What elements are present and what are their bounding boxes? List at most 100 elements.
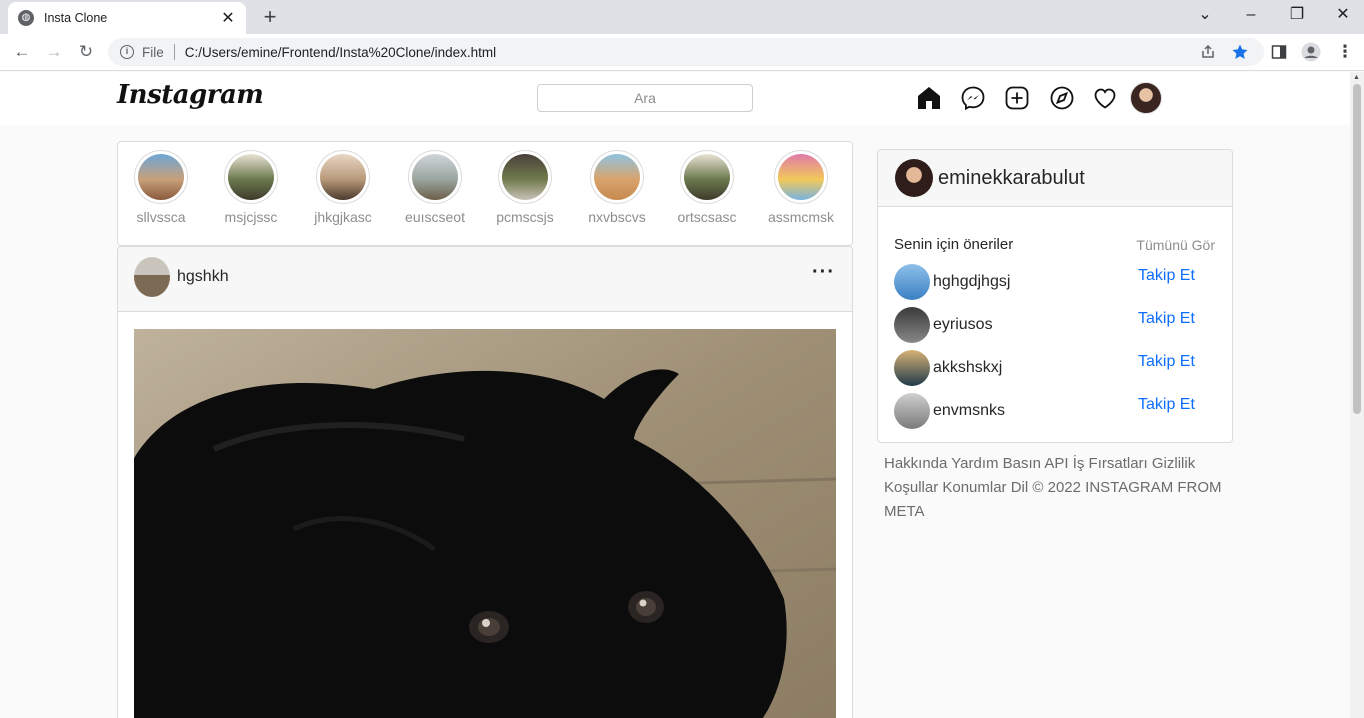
feed-post: hgshkh ··· [117,246,853,718]
restore-icon[interactable]: ❐ [1285,4,1309,26]
tab-title: Insta Clone [44,11,108,25]
close-tab-icon[interactable]: ✕ [220,8,236,28]
current-user-header: eminekkarabulut [878,150,1232,207]
story-username: assmcmsk [767,209,835,225]
reload-icon[interactable]: ↻ [74,41,98,63]
suggestion-row: eyriusos Takip Et [894,307,1214,343]
follow-button[interactable]: Takip Et [1138,396,1195,414]
story-username: ortscsasc [677,209,737,225]
profile-avatar[interactable] [1130,82,1162,114]
heart-icon[interactable] [1092,85,1118,111]
story-avatar[interactable] [774,150,828,204]
post-author-avatar[interactable] [134,257,170,297]
current-user-avatar[interactable] [895,159,933,197]
story-username: sllvssca [136,209,186,225]
explore-icon[interactable] [1049,85,1075,111]
story-item[interactable]: assmcmsk [766,150,836,225]
story-image [594,154,640,200]
side-panel-icon[interactable] [1267,41,1291,63]
story-image [320,154,366,200]
suggestions-card: eminekkarabulut Senin için öneriler Tümü… [877,149,1233,443]
forward-arrow-icon[interactable]: → [42,41,66,63]
url-scheme-label: File [142,44,164,60]
scroll-up-arrow-icon[interactable]: ▲ [1353,74,1360,81]
suggestion-row: envmsnks Takip Et [894,393,1214,429]
site-header: Instagram [0,72,1350,125]
story-username: euıscseot [405,209,465,225]
suggestion-row: akkshskxj Takip Et [894,350,1214,386]
suggestion-avatar[interactable] [894,350,930,386]
story-username: msjcjssc [224,209,278,225]
suggestion-row: hghgdjhgsj Takip Et [894,264,1214,300]
search-input[interactable] [537,84,753,112]
footer-links[interactable]: Hakkında Yardım Basın API İş Fırsatları … [884,452,1229,524]
story-item[interactable]: jhkgjkasc [308,150,378,225]
dog-photo [134,329,836,718]
follow-button[interactable]: Takip Et [1138,310,1195,328]
scrollbar-thumb[interactable] [1353,84,1361,414]
globe-icon: ◍ [18,10,34,26]
story-avatar[interactable] [408,150,462,204]
story-username: nxvbscvs [588,209,646,225]
share-icon[interactable] [1196,38,1220,66]
story-avatar[interactable] [590,150,644,204]
address-bar[interactable]: i File C:/Users/emine/Frontend/Insta%20C… [108,38,1264,66]
story-item[interactable]: nxvbscvs [582,150,652,225]
story-item[interactable]: pcmscsjs [490,150,560,225]
story-item[interactable]: sllvssca [126,150,196,225]
suggestion-avatar[interactable] [894,307,930,343]
home-icon[interactable] [916,85,942,111]
story-item[interactable]: ortscsasc [672,150,742,225]
story-item[interactable]: msjcjssc [216,150,286,225]
suggestions-title: Senin için öneriler [894,236,1014,253]
window-close-icon[interactable]: ✕ [1331,4,1355,26]
page-scrollbar[interactable]: ▲ [1350,72,1364,718]
suggestion-avatar[interactable] [894,264,930,300]
story-username: pcmscsjs [496,209,554,225]
suggestion-username[interactable]: hghgdjhgsj [933,273,1010,291]
story-avatar[interactable] [680,150,734,204]
new-post-icon[interactable] [1004,85,1030,111]
follow-button[interactable]: Takip Et [1138,353,1195,371]
browser-menu-icon[interactable]: ⋮ [1333,41,1357,63]
story-avatar[interactable] [224,150,278,204]
story-image [228,154,274,200]
post-header: hgshkh ··· [118,247,852,312]
see-all-link[interactable]: Tümünü Gör [1136,237,1215,253]
post-author-username[interactable]: hgshkh [177,268,229,286]
messenger-icon[interactable] [960,85,986,111]
minimize-icon[interactable]: – [1239,4,1263,26]
story-avatar[interactable] [134,150,188,204]
story-item[interactable]: euıscseot [400,150,470,225]
suggestion-username[interactable]: envmsnks [933,402,1005,420]
browser-tab[interactable]: ◍ Insta Clone ✕ [8,2,246,34]
suggestion-username[interactable]: eyriusos [933,316,993,334]
story-avatar[interactable] [316,150,370,204]
profile-icon[interactable] [1299,41,1323,63]
post-image[interactable] [134,329,836,718]
bookmark-star-icon[interactable] [1228,38,1252,66]
more-options-icon[interactable]: ··· [812,261,835,284]
story-image [502,154,548,200]
current-user-username[interactable]: eminekkarabulut [938,167,1085,190]
story-image [778,154,824,200]
url-separator [173,44,175,60]
site-info-icon[interactable]: i [120,45,134,59]
browser-toolbar: ← → ↻ i File C:/Users/emine/Frontend/Ins… [0,34,1364,71]
story-image [412,154,458,200]
story-username: jhkgjkasc [314,209,372,225]
new-tab-button[interactable]: + [258,6,282,28]
browser-tab-strip: ◍ Insta Clone ✕ + ⌄ – ❐ ✕ [0,0,1364,34]
back-arrow-icon[interactable]: ← [10,41,34,63]
suggestion-username[interactable]: akkshskxj [933,359,1002,377]
stories-bar: sllvssca msjcjssc jhkgjkasc euıscseot pcmscs… [117,141,853,246]
story-avatar[interactable] [498,150,552,204]
instagram-logo[interactable]: Instagram [117,80,264,110]
url-text[interactable]: C:/Users/emine/Frontend/Insta%20Clone/in… [185,45,496,60]
story-image [138,154,184,200]
page-content: Instagram sllvssca msjcjssc jhkgjkasc euısc… [0,72,1350,718]
suggestion-avatar[interactable] [894,393,930,429]
tab-search-icon[interactable]: ⌄ [1193,4,1217,26]
follow-button[interactable]: Takip Et [1138,267,1195,285]
story-image [684,154,730,200]
